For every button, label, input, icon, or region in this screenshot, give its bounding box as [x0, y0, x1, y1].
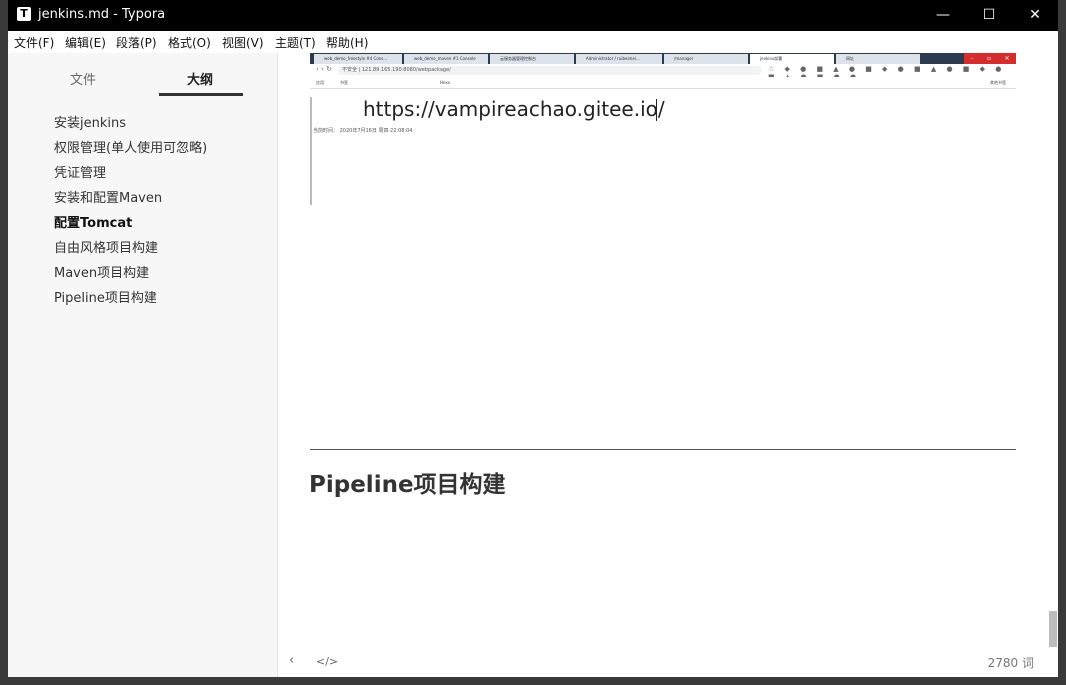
maximize-button[interactable]: ☐ — [966, 0, 1012, 31]
editor[interactable]: web_demo_freestyle #4 Cons... web_demo_m… — [278, 53, 1058, 677]
window-title: jenkins.md - Typora — [38, 7, 166, 22]
minimize-button[interactable]: — — [920, 0, 966, 31]
text-cursor — [656, 99, 657, 121]
outline-item[interactable]: Pipeline项目构建 — [54, 287, 157, 306]
word-count[interactable]: 2780 词 — [988, 654, 1034, 671]
title-bar[interactable]: T jenkins.md - Typora — ☐ ✕ — [8, 0, 1058, 31]
browser-tab: 云服务器管理控制台 — [490, 54, 574, 64]
browser-tab: 网址 — [836, 54, 920, 64]
menu-file[interactable]: 文件(F) — [14, 34, 54, 51]
menu-format[interactable]: 格式(O) — [168, 34, 211, 51]
menu-edit[interactable]: 编辑(E) — [65, 34, 106, 51]
browser-tab: Administrator / ruibeimei... — [576, 54, 662, 64]
deploy-time: 当前时间： 2020年7月16日 周四 22:08:04 — [313, 128, 413, 134]
left-indicator-bar — [310, 97, 312, 205]
browser-tab: /manager — [664, 54, 748, 64]
scrollbar-thumb[interactable] — [1049, 611, 1057, 647]
outline-item[interactable]: 安装和配置Maven — [54, 187, 162, 206]
outline-item[interactable]: 凭证管理 — [54, 162, 106, 181]
close-button[interactable]: ✕ — [1012, 0, 1058, 31]
back-forward-icon: ‹ › ↻ — [316, 65, 332, 73]
browser-tab: web_demo_maven #1 Console — [404, 54, 488, 64]
sidebar: 文件 大纲 安装jenkins 权限管理(单人使用可忽略) 凭证管理 安装和配置… — [8, 53, 278, 677]
browser-address-bar: ‹ › ↻ 不安全 | 121.89.165.190:8080/webpacka… — [310, 64, 1016, 81]
tab-outline[interactable]: 大纲 — [187, 69, 213, 88]
outline-item[interactable]: 权限管理(单人使用可忽略) — [54, 137, 207, 156]
outline-item[interactable]: 自由风格项目构建 — [54, 237, 158, 256]
bookmark-item: 应用 — [316, 80, 324, 85]
section-heading[interactable]: Pipeline项目构建 — [309, 465, 506, 499]
back-icon[interactable]: ‹ — [289, 653, 294, 668]
bookmarks-bar: 应用 书签 Hexo 其他书签 — [310, 77, 1016, 89]
menu-help[interactable]: 帮助(H) — [326, 34, 368, 51]
browser-tab-strip: web_demo_freestyle #4 Cons... web_demo_m… — [310, 53, 1016, 64]
page-url-text: https://vampireachao.gitee.io/ — [363, 97, 665, 121]
menu-theme[interactable]: 主题(T) — [275, 34, 316, 51]
restore-icon: ▫ — [980, 53, 998, 64]
browser-tab-active: jenkins部署 — [750, 54, 834, 64]
outline-item[interactable]: 安装jenkins — [54, 112, 126, 131]
bookmark-item: Hexo — [440, 80, 451, 85]
embedded-browser-screenshot: web_demo_freestyle #4 Cons... web_demo_m… — [310, 53, 1016, 450]
typora-app-icon: T — [17, 7, 31, 21]
tab-files[interactable]: 文件 — [70, 69, 96, 88]
bookmark-item: 书签 — [340, 80, 348, 85]
source-code-icon[interactable]: </> — [316, 655, 338, 668]
other-bookmarks: 其他书签 — [990, 80, 1006, 85]
menu-view[interactable]: 视图(V) — [222, 34, 264, 51]
browser-tab: web_demo_freestyle #4 Cons... — [314, 54, 402, 64]
active-tab-indicator — [159, 93, 243, 96]
close-icon: ✕ — [998, 53, 1016, 64]
menu-paragraph[interactable]: 段落(P) — [116, 34, 157, 51]
minimize-icon: – — [964, 53, 980, 64]
menu-bar: 文件(F) 编辑(E) 段落(P) 格式(O) 视图(V) 主题(T) 帮助(H… — [8, 31, 1058, 54]
outline-item-active[interactable]: 配置Tomcat — [54, 212, 132, 231]
outline-item[interactable]: Maven项目构建 — [54, 262, 149, 281]
typora-window: T jenkins.md - Typora — ☐ ✕ 文件(F) 编辑(E) … — [8, 0, 1058, 677]
browser-url: 不安全 | 121.89.165.190:8080/webpackage/ — [338, 66, 762, 75]
